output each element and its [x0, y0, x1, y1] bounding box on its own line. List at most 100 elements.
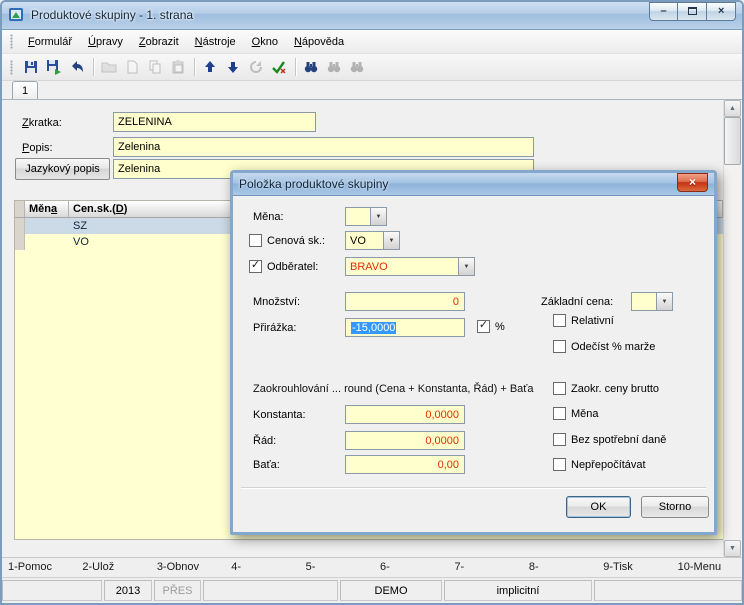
open-folder-icon — [101, 59, 117, 75]
fkey-8[interactable]: 8- — [521, 558, 595, 577]
zaokr-brutto-checkbox[interactable] — [553, 382, 566, 395]
save-close-button[interactable] — [43, 56, 65, 78]
menu-zobrazit[interactable]: Zobrazit — [131, 32, 187, 52]
prirazka-input[interactable]: -15,0000 — [345, 318, 465, 337]
status-empty-right — [594, 580, 742, 601]
percent-label: % — [495, 321, 505, 333]
undo-button[interactable] — [66, 56, 88, 78]
jazykovy-popis-button[interactable]: Jazykový popis — [15, 158, 110, 180]
find-prev-button[interactable] — [346, 56, 368, 78]
neprepocitavat-label: Nepřepočítávat — [571, 459, 646, 471]
menu-formular[interactable]: Formulář — [20, 32, 80, 52]
rad-label: Řád: — [253, 435, 276, 447]
tab-1[interactable]: 1 — [12, 81, 38, 99]
zakladni-cena-combobox[interactable]: ▼ — [631, 292, 673, 311]
close-button[interactable]: × — [707, 2, 736, 21]
confirm-icon — [271, 59, 287, 75]
odecist-marze-checkbox[interactable] — [553, 340, 566, 353]
zkratka-label: Zkratka: — [22, 117, 62, 129]
fkey-1-pomoc[interactable]: 1-Pomoc — [0, 558, 74, 577]
paste-button[interactable] — [167, 56, 189, 78]
cenova-sk-value[interactable]: VO — [345, 231, 383, 250]
status-demo: DEMO — [340, 580, 442, 601]
dialog-body: Měna: ▼ Cenová sk.: VO ▼ ✓ Odběratel: BR… — [233, 196, 714, 532]
relativni-checkbox[interactable] — [553, 314, 566, 327]
cenova-sk-checkbox[interactable] — [249, 234, 262, 247]
mena-combobox[interactable]: ▼ — [345, 207, 387, 226]
konstanta-input[interactable]: 0,0000 — [345, 405, 465, 424]
percent-checkbox[interactable]: ✓ — [477, 320, 490, 333]
maximize-button[interactable] — [678, 2, 707, 21]
menu-okno[interactable]: Okno — [244, 32, 286, 52]
menu-napoveda[interactable]: Nápověda — [286, 32, 352, 52]
fkey-2-uloz[interactable]: 2-Ulož — [74, 558, 148, 577]
menubar-grip[interactable] — [10, 34, 13, 49]
menu-nastroje[interactable]: Nástroje — [187, 32, 244, 52]
new-document-button[interactable] — [121, 56, 143, 78]
open-folder-button[interactable] — [98, 56, 120, 78]
zkratka-input[interactable] — [113, 112, 316, 132]
dropdown-button[interactable]: ▼ — [383, 231, 400, 250]
dropdown-button[interactable]: ▼ — [370, 207, 387, 226]
column-header-mena[interactable]: Měna — [25, 201, 69, 217]
mena-checkbox-label: Měna — [571, 408, 599, 420]
neprepocitavat-checkbox[interactable] — [553, 458, 566, 471]
function-key-bar: 1-Pomoc 2-Ulož 3-Obnov 4- 5- 6- 7- 8- 9-… — [0, 557, 744, 577]
title-bar[interactable]: Produktové skupiny - 1. strana – × — [0, 0, 744, 30]
odberatel-checkbox[interactable]: ✓ — [249, 260, 262, 273]
check-icon: ✓ — [479, 320, 488, 331]
dialog-close-button[interactable]: × — [677, 173, 708, 192]
move-up-button[interactable] — [199, 56, 221, 78]
mnozstvi-label: Množství: — [253, 296, 300, 308]
fkey-7[interactable]: 7- — [446, 558, 520, 577]
dropdown-button[interactable]: ▼ — [656, 292, 673, 311]
find-button[interactable] — [300, 56, 322, 78]
toolbar — [0, 54, 744, 81]
toolbar-grip[interactable] — [10, 60, 13, 75]
mena-checkbox[interactable] — [553, 407, 566, 420]
fkey-4[interactable]: 4- — [223, 558, 297, 577]
copy-icon — [147, 59, 163, 75]
scroll-up-arrow[interactable]: ▲ — [724, 100, 741, 117]
row-selector[interactable] — [15, 234, 25, 250]
scrollbar-thumb[interactable] — [724, 117, 741, 165]
cenova-sk-combobox[interactable]: VO ▼ — [345, 231, 400, 250]
bata-input[interactable]: 0,00 — [345, 455, 465, 474]
bez-dane-checkbox[interactable] — [553, 433, 566, 446]
refresh-button[interactable] — [245, 56, 267, 78]
toolbar-separator — [194, 58, 195, 76]
storno-button[interactable]: Storno — [641, 496, 709, 518]
scroll-up-icon: ▲ — [729, 105, 736, 112]
find-next-button[interactable] — [323, 56, 345, 78]
fkey-5[interactable]: 5- — [298, 558, 372, 577]
minimize-button[interactable]: – — [649, 2, 678, 21]
mnozstvi-input[interactable]: 0 — [345, 292, 465, 311]
confirm-button[interactable] — [268, 56, 290, 78]
ok-button[interactable]: OK — [566, 496, 631, 518]
copy-button[interactable] — [144, 56, 166, 78]
fkey-3-obnov[interactable]: 3-Obnov — [149, 558, 223, 577]
dropdown-button[interactable]: ▼ — [458, 257, 475, 276]
toolbar-separator — [93, 58, 94, 76]
row-selector[interactable] — [15, 218, 25, 234]
menu-upravy[interactable]: Úpravy — [80, 32, 131, 52]
konstanta-label: Konstanta: — [253, 409, 306, 421]
odberatel-value[interactable]: BRAVO — [345, 257, 458, 276]
scroll-down-arrow[interactable]: ▼ — [724, 540, 741, 557]
dialog-title-bar[interactable]: Položka produktové skupiny × — [233, 173, 714, 196]
window-title: Produktové skupiny - 1. strana — [31, 8, 193, 22]
odberatel-combobox[interactable]: BRAVO ▼ — [345, 257, 475, 276]
fkey-9-tisk[interactable]: 9-Tisk — [595, 558, 669, 577]
rad-input[interactable]: 0,0000 — [345, 431, 465, 450]
move-down-button[interactable] — [222, 56, 244, 78]
vertical-scrollbar[interactable]: ▲ ▼ — [723, 100, 740, 557]
find-next-icon — [326, 59, 342, 75]
zakladni-cena-value[interactable] — [631, 292, 656, 311]
save-button[interactable] — [20, 56, 42, 78]
mena-value[interactable] — [345, 207, 370, 226]
fkey-6[interactable]: 6- — [372, 558, 446, 577]
fkey-10-menu[interactable]: 10-Menu — [670, 558, 744, 577]
chevron-down-icon: ▼ — [464, 264, 470, 270]
popis-input[interactable] — [113, 137, 534, 157]
item-dialog: Položka produktové skupiny × Měna: ▼ Cen… — [230, 170, 717, 535]
